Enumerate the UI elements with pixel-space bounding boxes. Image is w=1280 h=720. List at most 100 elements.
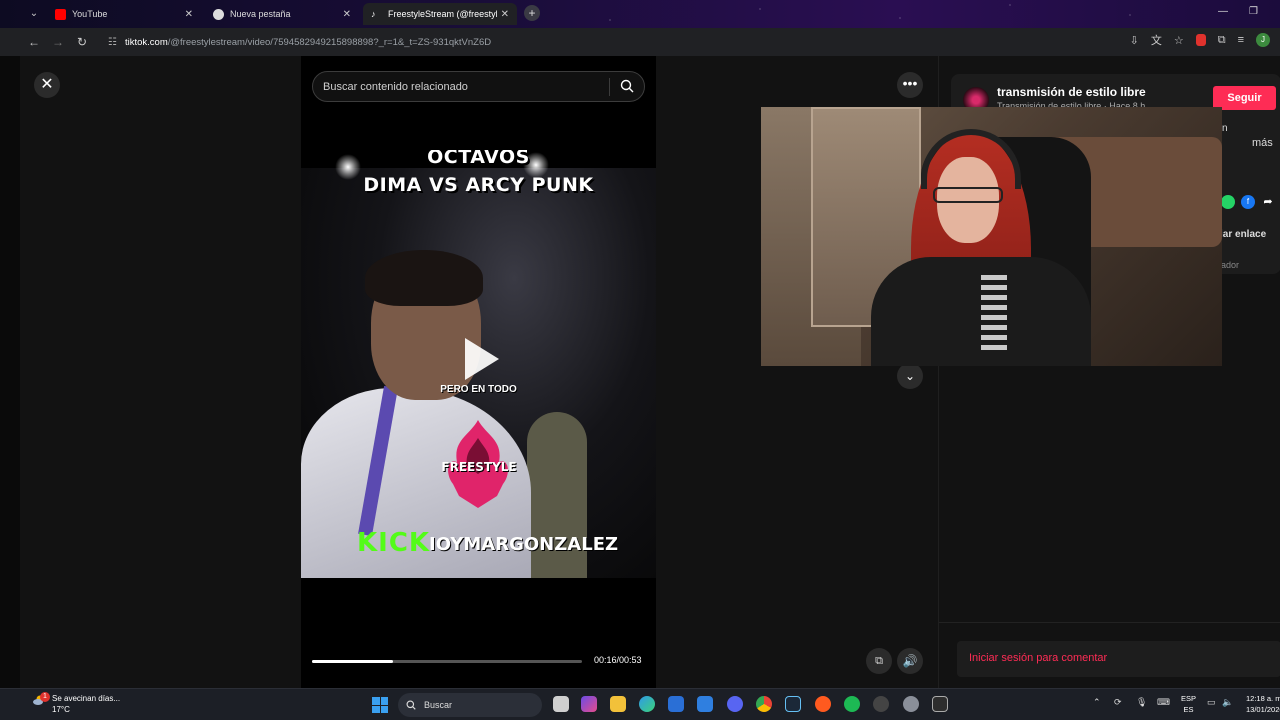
toolbar-icons: ⇩ 文 ☆ ⧉ ≡ J <box>1130 32 1270 48</box>
streamer-glasses <box>933 187 1003 203</box>
clock-time: 12:18 a. m. <box>1246 694 1280 703</box>
url-host: tiktok.com <box>124 36 168 48</box>
share-icons: f ➦ <box>1221 195 1275 209</box>
sync-icon[interactable]: ⟳ <box>1114 697 1122 708</box>
comment-bar: Iniciar sesión para comentar <box>939 622 1280 688</box>
taskbar-search[interactable]: Buscar <box>398 693 542 717</box>
close-icon[interactable]: ✕ <box>501 9 509 20</box>
video-column: Buscar contenido relacionado OCTAVOS DIM… <box>301 56 656 688</box>
profile-avatar[interactable]: J <box>1256 33 1270 47</box>
bookmark-star-icon[interactable]: ☆ <box>1174 34 1184 47</box>
store-icon[interactable] <box>668 696 684 712</box>
youtube-icon <box>55 8 66 20</box>
close-icon[interactable]: ✕ <box>185 9 193 20</box>
extension-icon[interactable] <box>1195 34 1206 46</box>
system-clock[interactable]: 12:18 a. m. 13/01/2026 <box>1246 693 1280 715</box>
chrome-taskbar-icon[interactable] <box>756 696 772 712</box>
volume-button[interactable]: 🔊 <box>897 648 923 674</box>
discord-icon[interactable] <box>727 696 743 712</box>
video-title-line2: DIMA VS ARCY PUNK <box>363 174 594 196</box>
description-fragment: n <box>1222 123 1228 134</box>
translate-icon[interactable]: 文 <box>1151 32 1162 48</box>
weather-temp: 17°C <box>52 705 70 714</box>
login-to-comment-button[interactable]: Iniciar sesión para comentar <box>957 641 1280 677</box>
tab-search-chevron-icon[interactable]: ⌄ <box>26 6 42 22</box>
whatsapp-icon[interactable] <box>1221 195 1235 209</box>
search-placeholder: Buscar contenido relacionado <box>323 80 468 93</box>
video-progress-bar[interactable] <box>312 660 582 663</box>
new-tab-button[interactable]: + <box>524 5 540 21</box>
chrome-icon <box>213 8 224 20</box>
webcam-overlay <box>761 107 1222 366</box>
screen: ⌄ YouTube ✕ Nueva pestaña ✕ ♪ FreestyleS… <box>0 0 1280 720</box>
search-icon <box>406 700 416 710</box>
microphone-icon[interactable]: 🎙 <box>1136 697 1147 708</box>
install-app-icon[interactable]: ⇩ <box>1130 34 1139 47</box>
more-link[interactable]: más <box>1252 137 1273 149</box>
windows-taskbar: Se avecinan días... 17°C 1 Buscar ⌃ ⟳ 🎙 … <box>0 688 1280 720</box>
network-icon[interactable]: ▭ <box>1207 697 1216 708</box>
search-divider <box>609 78 610 96</box>
file-explorer-icon[interactable] <box>610 696 626 712</box>
mail-icon[interactable] <box>697 696 713 712</box>
video-title-line1: OCTAVOS <box>427 150 530 168</box>
tiktok-icon: ♪ <box>371 8 376 19</box>
video-time: 00:16/00:53 <box>594 655 642 665</box>
windows-start-icon[interactable] <box>372 697 388 713</box>
facebook-icon[interactable]: f <box>1241 195 1255 209</box>
epic-games-icon[interactable] <box>932 696 948 712</box>
share-arrow-icon[interactable]: ➦ <box>1261 195 1275 209</box>
obs-icon[interactable] <box>873 696 889 712</box>
next-video-chevron-icon[interactable]: ⌄ <box>897 363 923 389</box>
rapper-hair <box>365 250 483 306</box>
task-view-icon[interactable] <box>553 696 569 712</box>
tab-freestylestream[interactable]: ♪ FreestyleStream (@freestylestre ✕ <box>363 3 517 25</box>
close-video-button[interactable]: ✕ <box>34 72 60 98</box>
forward-arrow-icon[interactable]: → <box>46 30 70 54</box>
minimize-icon[interactable]: — <box>1218 6 1228 17</box>
clock-date: 13/01/2026 <box>1246 705 1280 714</box>
video-frame[interactable]: OCTAVOS DIMA VS ARCY PUNK PERO EN TODO F… <box>301 150 656 578</box>
tray-chevron-icon[interactable]: ⌃ <box>1093 697 1101 708</box>
spotify-icon[interactable] <box>844 696 860 712</box>
play-icon[interactable] <box>465 338 499 380</box>
more-options-button[interactable]: ••• <box>897 72 923 98</box>
hoodie-print <box>981 275 1007 355</box>
language-indicator[interactable]: ESP ES <box>1181 693 1196 715</box>
video-progress-fill <box>312 660 393 663</box>
media-controls-icon[interactable]: ≡ <box>1238 34 1244 46</box>
related-search-input[interactable]: Buscar contenido relacionado <box>312 71 645 102</box>
tab-title: Nueva pestaña <box>230 9 291 19</box>
tab-title: YouTube <box>72 9 108 19</box>
browser-toolbar: ← → ↻ ☷ tiktok.com /@freestylestream/vid… <box>0 28 1280 56</box>
restore-icon[interactable]: ❐ <box>1249 6 1258 17</box>
tab-new-tab[interactable]: Nueva pestaña ✕ <box>205 3 359 25</box>
keyboard-icon[interactable]: ⌨ <box>1157 697 1170 708</box>
video-caption: PERO EN TODO <box>440 384 517 395</box>
tab-label-fragment[interactable]: ador <box>1221 260 1239 270</box>
tab-youtube[interactable]: YouTube ✕ <box>47 3 201 25</box>
app-icon[interactable] <box>815 696 831 712</box>
back-arrow-icon[interactable]: ← <box>22 30 46 54</box>
language-code: ESP <box>1181 694 1197 703</box>
address-bar[interactable]: ☷ tiktok.com /@freestylestream/video/759… <box>100 30 1090 54</box>
follow-button[interactable]: Seguir <box>1213 86 1276 110</box>
steam-icon[interactable] <box>785 696 801 712</box>
picture-in-picture-button[interactable]: ⧉ <box>866 648 892 674</box>
volume-icon[interactable]: 🔈 <box>1222 697 1233 708</box>
reload-icon[interactable]: ↻ <box>70 30 94 54</box>
site-info-icon[interactable]: ☷ <box>108 37 117 48</box>
extensions-puzzle-icon[interactable]: ⧉ <box>1218 34 1226 47</box>
edge-icon[interactable] <box>639 696 655 712</box>
copy-link-button[interactable]: iar enlace <box>1220 229 1266 240</box>
streamer-handle: IOYMARGONZALEZ <box>429 534 619 555</box>
close-icon[interactable]: ✕ <box>343 9 351 20</box>
kick-logo: KICK <box>357 528 431 558</box>
creator-name[interactable]: transmisión de estilo libre <box>997 85 1146 99</box>
url-path: /@freestylestream/video/7594582949215898… <box>167 36 492 48</box>
notification-badge: 1 <box>40 692 50 702</box>
search-icon[interactable] <box>620 79 634 93</box>
copilot-icon[interactable] <box>581 696 597 712</box>
settings-gear-icon[interactable] <box>903 696 919 712</box>
left-edge <box>0 56 20 688</box>
